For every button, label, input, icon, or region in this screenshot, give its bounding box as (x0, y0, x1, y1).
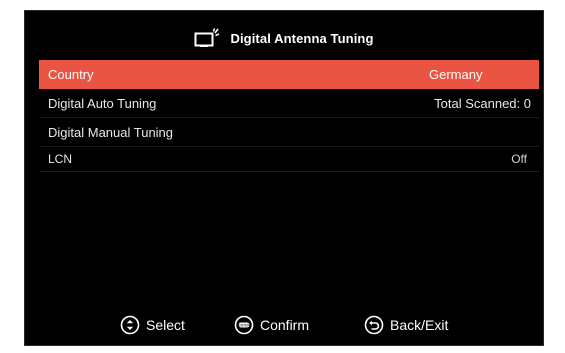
hint-confirm: ENTER Confirm (234, 313, 309, 337)
menu-item-value: Off (511, 152, 527, 166)
hint-confirm-label: Confirm (260, 317, 310, 333)
updown-circle-icon (120, 315, 140, 335)
menu-item-value: Germany (429, 66, 483, 82)
menu-item-label: Digital Auto Tuning (48, 95, 157, 111)
menu-item-country[interactable]: Country Germany (39, 60, 539, 89)
settings-list: Country Germany Digital Auto Tuning Tota… (39, 60, 539, 172)
menu-item-label: Digital Manual Tuning (48, 124, 174, 140)
page-title: Digital Antenna Tuning (230, 30, 374, 46)
hint-select: Select (120, 313, 185, 337)
hint-select-label: Select (146, 317, 185, 333)
back-circle-icon (364, 315, 384, 335)
svg-text:ENTER: ENTER (238, 323, 250, 327)
tv-menu-screen: Digital Antenna Tuning Country Germany D… (24, 10, 544, 346)
hint-back-label: Back/Exit (390, 317, 449, 333)
menu-item-label: LCN (48, 152, 73, 166)
menu-item-digital-manual-tuning[interactable]: Digital Manual Tuning (39, 118, 539, 147)
enter-circle-icon: ENTER (234, 315, 254, 335)
menu-item-lcn[interactable]: LCN Off (39, 147, 539, 172)
menu-header: Digital Antenna Tuning (25, 25, 543, 51)
menu-item-digital-auto-tuning[interactable]: Digital Auto Tuning Total Scanned: 0 (39, 89, 539, 118)
hint-back: Back/Exit (364, 313, 448, 337)
button-hints: Select ENTER Confirm Back/Exit (25, 313, 543, 337)
menu-item-value: Total Scanned: 0 (434, 95, 531, 111)
tv-antenna-icon (194, 28, 220, 47)
menu-item-label: Country (48, 66, 94, 82)
